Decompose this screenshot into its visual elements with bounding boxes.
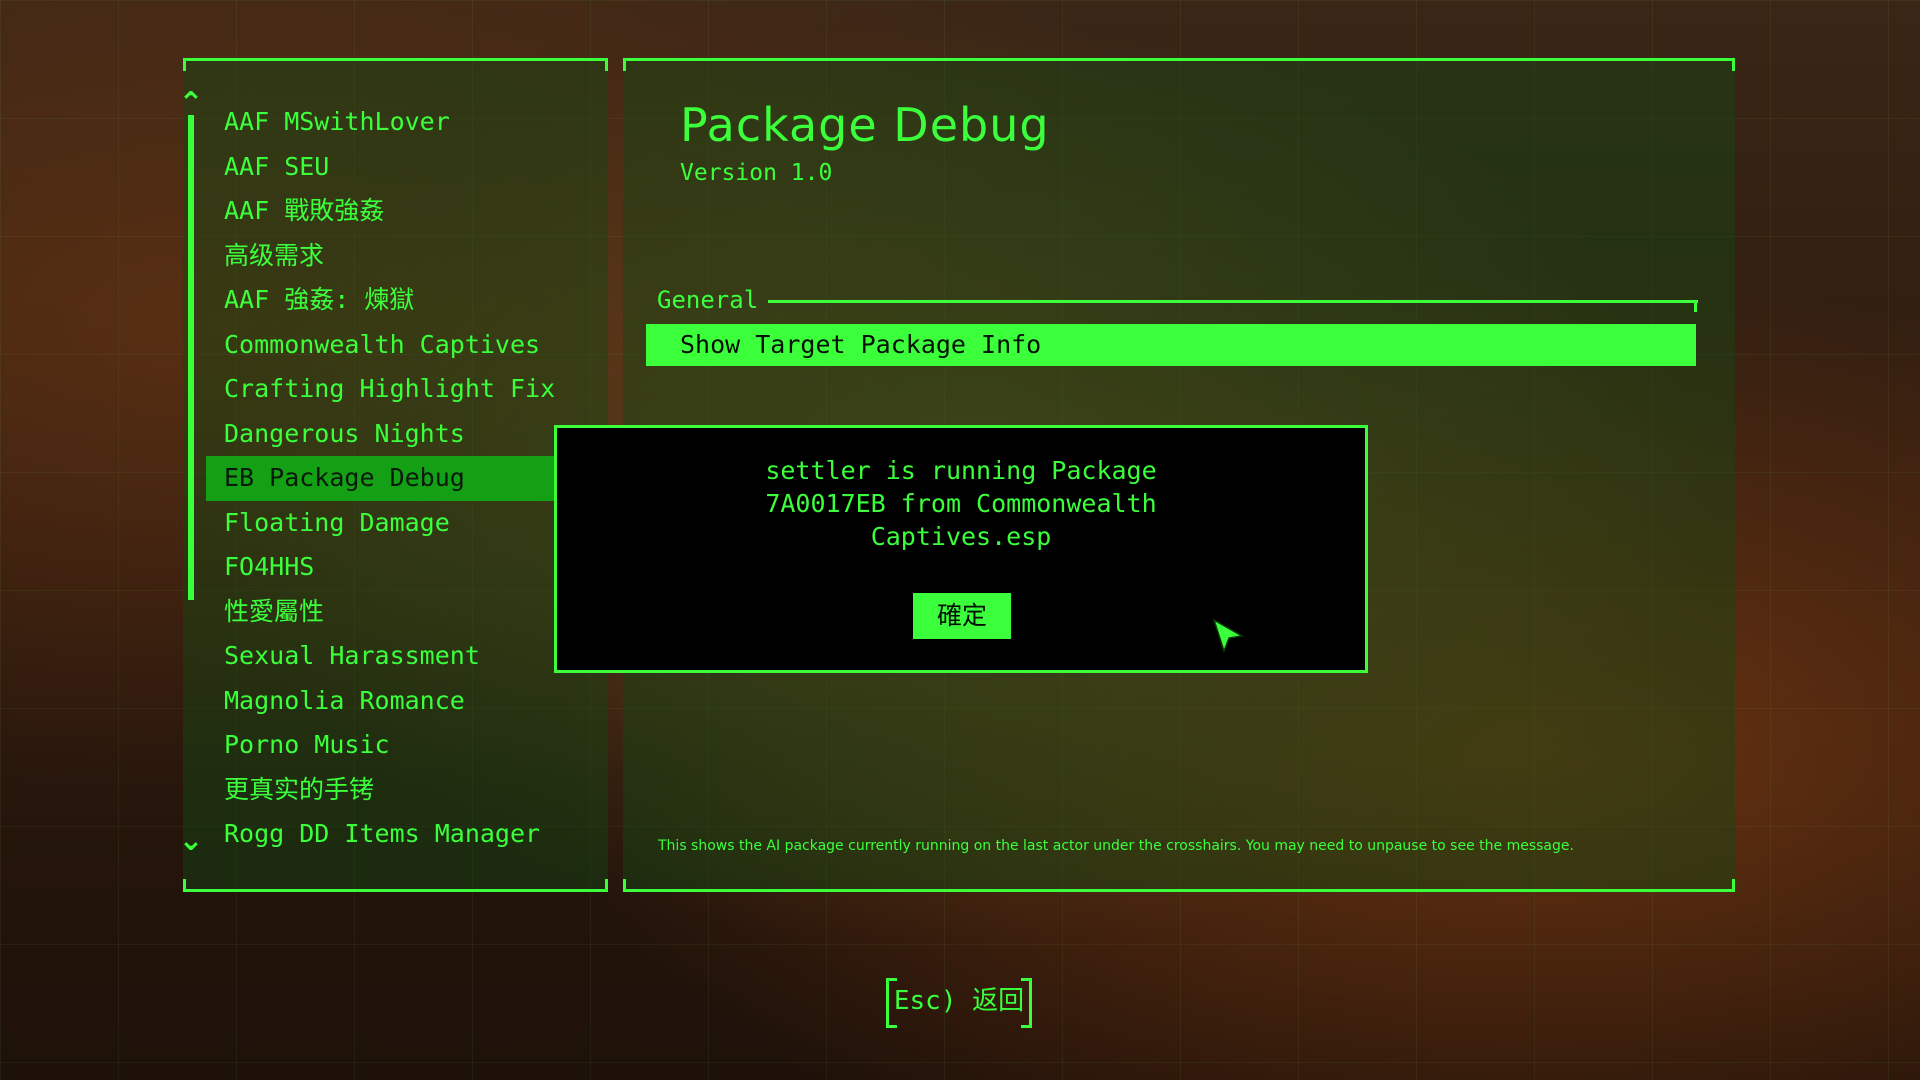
scroll-up-icon[interactable]: ⌃ bbox=[177, 89, 205, 119]
mod-list-item[interactable]: AAF 戰敗強姦 bbox=[206, 189, 608, 234]
mod-list-item[interactable]: 高级需求 bbox=[206, 234, 608, 279]
mouse-cursor-icon bbox=[1212, 618, 1245, 654]
mod-list-item[interactable]: AAF SEU bbox=[206, 145, 608, 190]
mod-list-item[interactable]: 更真实的手铐 bbox=[206, 768, 608, 813]
scroll-down-icon[interactable]: ⌄ bbox=[177, 826, 205, 856]
mod-list-item[interactable]: Crafting Highlight Fix bbox=[206, 367, 608, 412]
mod-list-item[interactable]: Rogg DD Items Manager bbox=[206, 812, 608, 857]
mod-list-item[interactable]: AAF 強姦: 煉獄 bbox=[206, 278, 608, 323]
mod-list-item[interactable]: Porno Music bbox=[206, 723, 608, 768]
mod-list-item[interactable]: Floating Damage bbox=[206, 501, 608, 546]
mod-list: AAF MSwithLover AAF SEU AAF 戰敗強姦 高级需求 AAF 強姦… bbox=[206, 100, 608, 857]
bracket-right bbox=[1021, 978, 1032, 1028]
ok-button[interactable]: 確定 bbox=[913, 593, 1011, 639]
help-text: This shows the AI package currently runn… bbox=[658, 838, 1574, 854]
mod-list-item[interactable]: FO4HHS bbox=[206, 545, 608, 590]
dialog-message-line: 7A0017EB from Commonwealth bbox=[765, 489, 1157, 518]
section-divider-end bbox=[1694, 300, 1697, 312]
mod-list-item[interactable]: EB Package Debug bbox=[206, 456, 608, 501]
version-label: Version 1.0 bbox=[680, 160, 833, 186]
dialog-message-line: Captives.esp bbox=[870, 522, 1052, 551]
dialog-message-line: settler is running Package bbox=[765, 456, 1157, 485]
section-divider bbox=[768, 300, 1698, 303]
mcm-screen: ⌃ ⌄ AAF MSwithLover AAF SEU AAF 戰敗強姦 高级需求 AA… bbox=[0, 0, 1920, 1080]
mod-list-item[interactable]: 性愛屬性 bbox=[206, 590, 608, 635]
page-title: Package Debug bbox=[680, 98, 1050, 152]
mod-list-item[interactable]: AAF MSwithLover bbox=[206, 100, 608, 145]
mod-list-item[interactable]: Magnolia Romance bbox=[206, 679, 608, 724]
mod-list-item[interactable]: Commonwealth Captives bbox=[206, 323, 608, 368]
mod-list-item[interactable]: Dangerous Nights bbox=[206, 412, 608, 457]
show-target-package-info-option[interactable]: Show Target Package Info bbox=[646, 324, 1696, 366]
back-button[interactable]: Esc) 返回 bbox=[886, 978, 1032, 1028]
back-button-label: Esc) 返回 bbox=[893, 986, 1025, 1016]
scrollbar[interactable] bbox=[188, 115, 194, 600]
dialog-message: settler is running Package 7A0017EB from… bbox=[557, 454, 1365, 553]
section-header-general: General bbox=[657, 286, 759, 314]
mod-list-item[interactable]: Sexual Harassment bbox=[206, 634, 608, 679]
